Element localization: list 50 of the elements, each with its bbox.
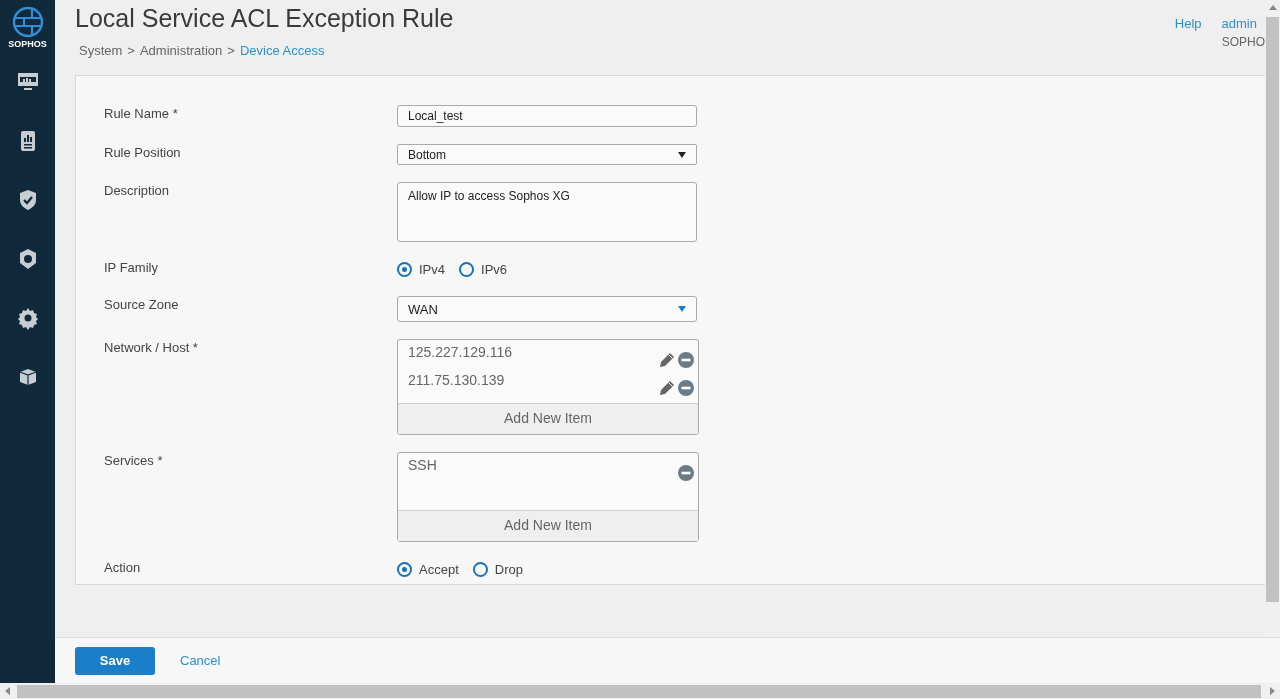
breadcrumb-item[interactable]: System [79,43,123,58]
vertical-scrollbar[interactable] [1265,0,1280,637]
caret-icon [678,306,686,312]
globe-logo-icon[interactable] [11,6,44,38]
horizontal-scrollbar[interactable] [0,683,1280,699]
radio-button[interactable] [397,561,412,577]
field-label: Rule Position [104,144,182,162]
scroll-up-icon[interactable] [1268,5,1277,10]
breadcrumb-item[interactable]: Administration [139,43,223,58]
list-item: 211.75.130.139 [408,371,505,390]
scroll-left-icon[interactable] [5,687,10,695]
edit-icon[interactable] [659,352,675,368]
cancel-link[interactable]: Cancel [180,653,221,668]
rule-name-field[interactable]: Local_test [397,105,697,127]
field-label: Network / Host * [104,339,199,357]
breadcrumb-item[interactable]: Device Access [239,43,325,58]
radio-button[interactable] [459,261,474,277]
help-link[interactable]: Help [1174,16,1202,31]
add-item-button[interactable]: Add New Item [398,510,698,541]
radio-option[interactable]: IPv6 [459,261,508,277]
position-select[interactable]: Bottom [397,144,697,165]
radio-option[interactable]: Accept [397,561,459,577]
company-name: SOPHO [1221,35,1265,49]
logo-text: SOPHOS [8,39,47,49]
field-label: IP Family [104,259,159,277]
field-label: Source Zone [104,296,180,314]
description-field[interactable]: Allow IP to access Sophos XG [397,182,697,242]
add-item-button[interactable]: Add New Item [398,403,698,434]
remove-icon[interactable] [678,465,694,481]
radio-option[interactable]: IPv4 [397,261,445,277]
field-label: Rule Name * [104,105,179,123]
field-label: Description [104,182,171,200]
caret-icon [678,151,686,158]
field-label: Services * [104,452,164,470]
list-item: SSH [408,456,437,475]
radio-option[interactable]: Drop [472,561,523,577]
scroll-right-icon[interactable] [1270,687,1275,695]
breadcrumb-separator: > [127,43,135,58]
list-item: 125.227.129.116 [408,343,513,362]
field-label: Action [104,559,142,577]
remove-icon[interactable] [678,380,694,396]
radio-button[interactable] [472,561,488,577]
remove-icon[interactable] [678,352,694,368]
edit-icon[interactable] [659,380,675,396]
zone-dropdown[interactable]: WAN [397,296,697,322]
page-title: Local Service ACL Exception Rule [75,4,454,33]
radio-button[interactable] [397,261,412,277]
save-button[interactable]: Save [75,646,155,675]
user-link[interactable]: admin [1221,16,1257,31]
breadcrumb-separator: > [227,43,235,58]
